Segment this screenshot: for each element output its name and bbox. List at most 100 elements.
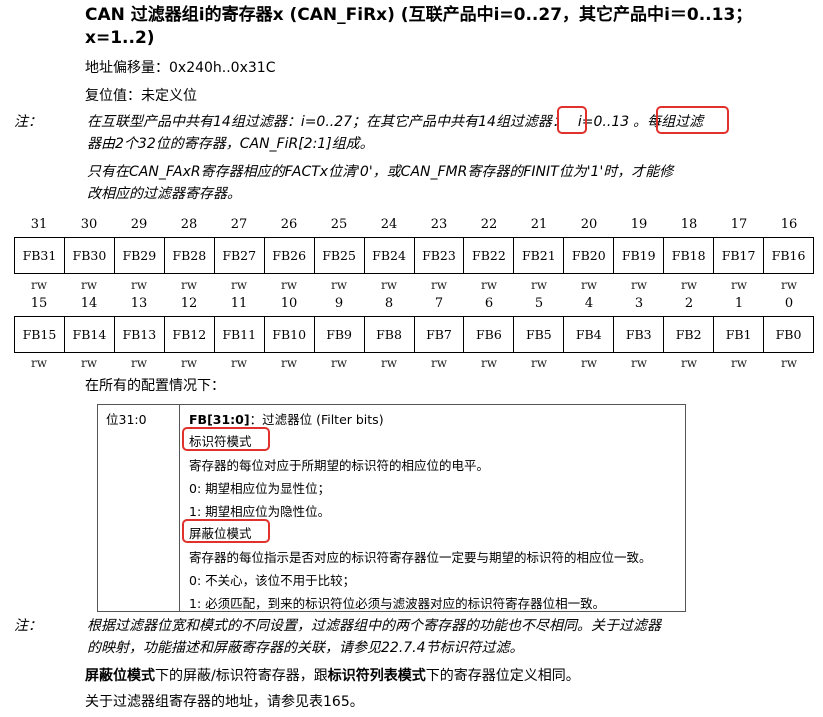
reset-value: 复位值：未定义位 (85, 88, 197, 104)
bit-field: FB28 (165, 238, 215, 273)
address-offset: 地址偏移量：0x240h..0x31C (85, 60, 276, 76)
upper-bit-numbers: 31 30 29 28 27 26 25 24 23 22 21 20 19 18 17 16 (14, 217, 814, 232)
note-line-3: 只有在CAN_FAxR寄存器相应的FACTx位清'0'，或CAN_FMR寄存器的… (87, 164, 674, 180)
note-line-4: 改相应的过滤器寄存器。 (87, 186, 241, 202)
bit-field: FB0 (775, 327, 802, 342)
note-seg: 组过滤器： (495, 114, 566, 130)
access-type: rw (80, 278, 97, 292)
bit-number: 31 (30, 217, 48, 232)
table-divider (179, 405, 180, 611)
highlight-box (557, 106, 587, 134)
bit-range: 位31:0 (106, 412, 147, 427)
bit-field: FB18 (664, 238, 715, 273)
footer-bold: 标识符列表模式 (327, 668, 426, 684)
access-type: rw (480, 356, 497, 370)
highlight-box (656, 106, 729, 134)
bit-field: FB23 (415, 238, 465, 273)
bit-field: FB9 (315, 317, 365, 352)
id-mode-line: 1: 期望相应位为隐性位。 (189, 504, 331, 519)
bit-field: FB13 (115, 317, 165, 352)
access-type: rw (630, 356, 647, 370)
bit-field: FB21 (514, 238, 565, 273)
note-label: 注： (14, 114, 42, 130)
field-desc: ：过滤器位 (Filter bits) (249, 412, 384, 427)
access-type: rw (580, 356, 597, 370)
bit-number: 2 (684, 296, 694, 311)
access-type: rw (30, 278, 47, 292)
access-type: rw (430, 278, 447, 292)
bit-field: FB14 (65, 317, 115, 352)
bit-number: 16 (780, 217, 798, 232)
access-type: rw (730, 278, 747, 292)
bit-number: 4 (584, 296, 594, 311)
access-type: rw (130, 278, 147, 292)
note-line-1: 在互联型产品中共有14组过滤器：i=0..27；在其它产品中共有14组过滤器： i… (87, 112, 703, 132)
bit-field: FB31 (15, 238, 65, 273)
bit-number: 11 (230, 296, 248, 311)
note-seg: 在互联型产品中共有14组过滤器：i=0..27；在其它产品中共有 (87, 114, 479, 130)
access-type: rw (330, 278, 347, 292)
access-type: rw (680, 278, 697, 292)
access-type: rw (730, 356, 747, 370)
bit-field: FB20 (564, 238, 615, 273)
access-type: rw (230, 278, 247, 292)
bit-number: 7 (434, 296, 444, 311)
bit-number: 9 (334, 296, 344, 311)
access-type: rw (230, 356, 247, 370)
title-line2: x=1..2) (85, 28, 155, 48)
upper-access-row: rw rw rw rw rw rw rw rw rw rw rw rw rw rw rw rw (14, 278, 814, 292)
bit-number: 18 (680, 217, 698, 232)
title-part: 的寄存器x (CAN_FiRx) (互联产品中 (204, 5, 494, 25)
footer-text: 下的屏蔽/标识符寄存器，跟 (155, 668, 328, 684)
config-heading: 在所有的配置情况下： (85, 378, 225, 394)
access-type: rw (430, 356, 447, 370)
highlight-box (182, 519, 270, 543)
bit-field: FB2 (664, 317, 715, 352)
bit-number: 0 (784, 296, 794, 311)
bit-number: 29 (130, 217, 148, 232)
access-type: rw (280, 278, 297, 292)
bit-number: 12 (180, 296, 198, 311)
field-name: FB[31:0] (189, 412, 250, 427)
access-type: rw (30, 356, 47, 370)
access-type: rw (480, 278, 497, 292)
bit-number: 20 (580, 217, 598, 232)
upper-bit-fields: FB31 FB30 FB29 FB28 FB27 FB26 FB25 FB24 FB23 FB22… (14, 237, 814, 274)
bit-field: FB6 (464, 317, 515, 352)
bit-number: 5 (534, 296, 544, 311)
access-type: rw (380, 356, 397, 370)
bit-field: FB26 (265, 238, 315, 273)
title-part: i＝0..13； (664, 5, 753, 25)
footer-text: 下的寄存器位定义相同。 (425, 668, 580, 684)
id-mode-line: 寄存器的每位对应于所期望的标识符的相应位的电平。 (189, 458, 490, 473)
title-part: CAN 过滤器组 (85, 5, 199, 25)
note-label: 注： (14, 618, 42, 634)
bit-field: FB15 (15, 317, 65, 352)
access-type: rw (180, 356, 197, 370)
bit-number: 26 (280, 217, 298, 232)
bit-field: FB11 (215, 317, 265, 352)
lower-access-row: rw rw rw rw rw rw rw rw rw rw rw rw rw rw rw rw (14, 356, 814, 370)
access-type: rw (680, 356, 697, 370)
bit-field: FB7 (415, 317, 465, 352)
id-mode-line: 0: 期望相应位为显性位； (189, 481, 331, 496)
mask-mode-line: 寄存器的每位指示是否对应的标识符寄存器位一定要与期望的标识符的相应位一致。 (189, 550, 652, 565)
bit-number: 22 (480, 217, 498, 232)
access-type: rw (780, 278, 797, 292)
access-type: rw (530, 356, 547, 370)
bit-number: 23 (430, 217, 448, 232)
footer-line-1: 屏蔽位模式下的屏蔽/标识符寄存器，跟标识符列表模式下的寄存器位定义相同。 (85, 666, 580, 686)
bit-number: 6 (484, 296, 494, 311)
access-type: rw (330, 356, 347, 370)
title-part: i=0..27，其它产品中 (493, 5, 665, 25)
bit-field: FB16 (771, 248, 806, 263)
access-type: rw (580, 278, 597, 292)
bit-field: FB17 (714, 238, 765, 273)
bit-number: 30 (80, 217, 98, 232)
note2-line-2: 的映射，功能描述和屏蔽寄存器的关联，请参见22.7.4节标识符过滤。 (87, 640, 524, 656)
bit-field: FB25 (315, 238, 365, 273)
access-type: rw (780, 356, 797, 370)
mask-mode-line: 0: 不关心，该位不用于比较； (189, 573, 356, 588)
bit-number: 1 (734, 296, 744, 311)
bit-number: 27 (230, 217, 248, 232)
